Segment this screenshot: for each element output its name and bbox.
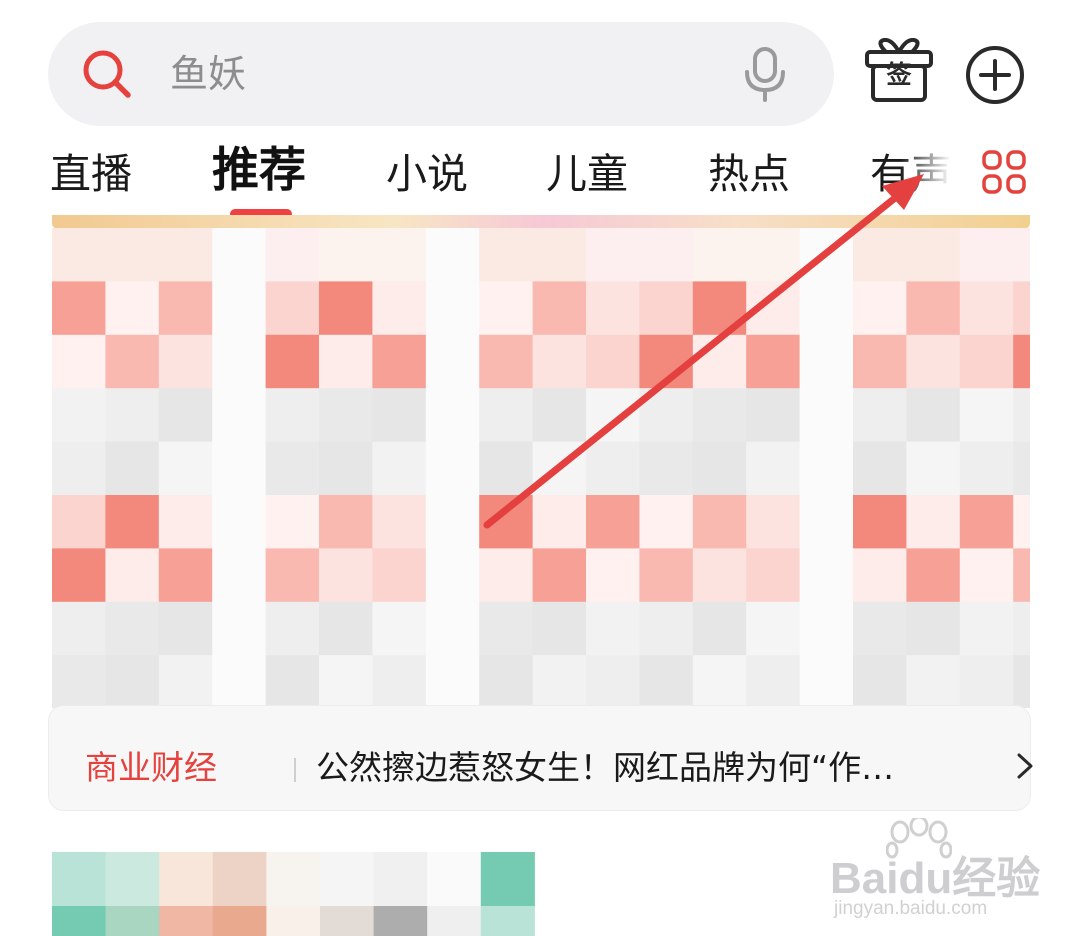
watermark: Baidu经验 jingyan.baidu.com <box>828 818 1048 919</box>
headline-title: 公然擦边惹怒女生！网红品牌为何“作… <box>316 748 895 787</box>
tab-hot[interactable]: 热点 <box>708 146 790 202</box>
banner-top-strip <box>52 215 1030 229</box>
tab-children[interactable]: 儿童 <box>546 146 628 202</box>
tab-live[interactable]: 直播 <box>50 146 132 202</box>
feed-item-thumbnail[interactable] <box>52 852 536 936</box>
search-input[interactable]: 鱼妖 <box>170 50 246 98</box>
app-screen: 鱼妖 签 直播 推荐 小说 儿童 热点 有声 <box>0 0 1080 936</box>
headline-card[interactable]: 商业财经 公然擦边惹怒女生！网红品牌为何“作… <box>48 705 1033 811</box>
pixelated-banner-mosaic <box>52 228 1030 708</box>
pixelated-thumbnail-mosaic <box>52 852 535 936</box>
gift-checkin-icon[interactable]: 签 <box>864 37 934 102</box>
search-icon <box>83 50 131 98</box>
tab-novel[interactable]: 小说 <box>386 146 468 202</box>
banner-image[interactable] <box>52 228 1030 708</box>
watermark-logo: Baidu经验 <box>830 854 1041 903</box>
watermark-url: jingyan.baidu.com <box>834 898 988 919</box>
mic-icon[interactable] <box>742 46 788 102</box>
grid-icon[interactable] <box>982 150 1026 194</box>
search-bar[interactable]: 鱼妖 <box>48 22 834 126</box>
checkin-label: 签 <box>886 60 912 89</box>
tab-recommend[interactable]: 推荐 <box>212 143 306 199</box>
headline-category: 商业财经 <box>85 748 217 787</box>
chevron-right-icon <box>1017 753 1033 779</box>
plus-circle-icon[interactable] <box>964 44 1026 106</box>
headline-divider <box>294 758 296 782</box>
tab-scroll-fade <box>900 136 960 212</box>
